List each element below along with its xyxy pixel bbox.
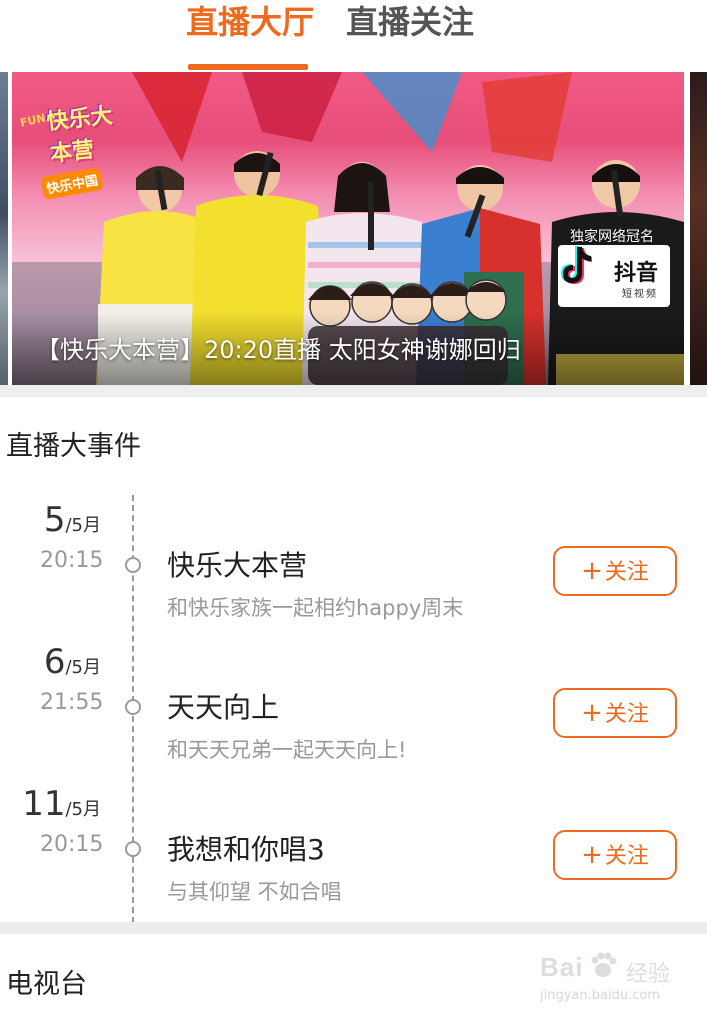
section-divider bbox=[0, 385, 707, 397]
tv-section-title: 电视台 bbox=[6, 969, 87, 1000]
sponsor-subtitle: 短视频 bbox=[622, 289, 658, 300]
show-logo-fun-text: FUN bbox=[18, 111, 47, 130]
follow-label: 关注 bbox=[604, 560, 649, 585]
event-description: 与其仰望 不如合唱 bbox=[167, 880, 342, 904]
follow-button[interactable]: +关注 bbox=[553, 688, 677, 738]
active-tab-indicator bbox=[188, 64, 308, 70]
watermark-word: 经验 bbox=[626, 962, 671, 987]
event-date: 5/5月 bbox=[0, 500, 101, 540]
event-description: 和天天兄弟一起天天向上! bbox=[167, 738, 407, 762]
tiktok-note-icon bbox=[561, 246, 592, 284]
events-section-title: 直播大事件 bbox=[6, 431, 141, 462]
event-time: 20:15 bbox=[40, 832, 104, 857]
sponsor-caption: 独家网络冠名 bbox=[570, 229, 654, 245]
section-divider bbox=[0, 922, 707, 934]
event-month: /5月 bbox=[65, 799, 101, 820]
plus-icon: + bbox=[581, 840, 603, 870]
plus-icon: + bbox=[581, 698, 603, 728]
event-name[interactable]: 我想和你唱3 bbox=[167, 828, 325, 868]
show-logo-main-text: 快乐大本营 bbox=[45, 103, 114, 168]
baidu-jingyan-watermark: Bai 经验 jingyan.baidu.com bbox=[538, 950, 678, 1010]
timeline-dot bbox=[125, 841, 141, 857]
follow-label: 关注 bbox=[604, 844, 649, 869]
banner-slide[interactable]: FUN 快乐大本营 快乐中国 独家网络冠名 抖音 短视频 【快乐大本营】20:2… bbox=[12, 72, 684, 385]
next-slide-peek[interactable] bbox=[690, 72, 707, 385]
event-item: 5/5月 20:15 快乐大本营 和快乐家族一起相约happy周末 +关注 bbox=[0, 500, 707, 640]
event-date: 6/5月 bbox=[0, 642, 101, 682]
top-tab-bar: 直播大厅 直播关注 bbox=[0, 0, 707, 72]
show-logo: FUN 快乐大本营 bbox=[18, 90, 128, 167]
event-day: 11 bbox=[22, 784, 66, 824]
banner-title: 【快乐大本营】20:20直播 太阳女神谢娜回归 bbox=[36, 336, 521, 364]
timeline-dot bbox=[125, 699, 141, 715]
follow-label: 关注 bbox=[604, 702, 649, 727]
event-item: 6/5月 21:55 天天向上 和天天兄弟一起天天向上! +关注 bbox=[0, 642, 707, 782]
plus-icon: + bbox=[581, 556, 603, 586]
event-time: 21:55 bbox=[40, 690, 104, 715]
event-time: 20:15 bbox=[40, 548, 104, 573]
watermark-brand: Bai bbox=[540, 952, 584, 982]
event-month: /5月 bbox=[65, 657, 101, 678]
sponsor-badge: 抖音 短视频 bbox=[558, 245, 670, 307]
watermark-url: jingyan.baidu.com bbox=[540, 988, 660, 1003]
tab-live-hall[interactable]: 直播大厅 bbox=[186, 2, 314, 42]
event-day: 6 bbox=[43, 642, 66, 682]
event-description: 和快乐家族一起相约happy周末 bbox=[167, 596, 464, 620]
event-month: /5月 bbox=[65, 515, 101, 536]
previous-slide-peek[interactable] bbox=[0, 72, 8, 385]
banner-carousel[interactable]: FUN 快乐大本营 快乐中国 独家网络冠名 抖音 短视频 【快乐大本营】20:2… bbox=[0, 72, 707, 385]
event-day: 5 bbox=[43, 500, 66, 540]
event-name[interactable]: 快乐大本营 bbox=[167, 544, 307, 584]
event-name[interactable]: 天天向上 bbox=[167, 686, 279, 726]
sponsor-name: 抖音 bbox=[614, 261, 659, 286]
follow-button[interactable]: +关注 bbox=[553, 830, 677, 880]
event-item: 11/5月 20:15 我想和你唱3 与其仰望 不如合唱 +关注 bbox=[0, 784, 707, 924]
event-date: 11/5月 bbox=[0, 784, 101, 824]
follow-button[interactable]: +关注 bbox=[553, 546, 677, 596]
paw-icon bbox=[591, 952, 617, 977]
timeline-dot bbox=[125, 557, 141, 573]
tab-live-follow[interactable]: 直播关注 bbox=[346, 2, 474, 42]
